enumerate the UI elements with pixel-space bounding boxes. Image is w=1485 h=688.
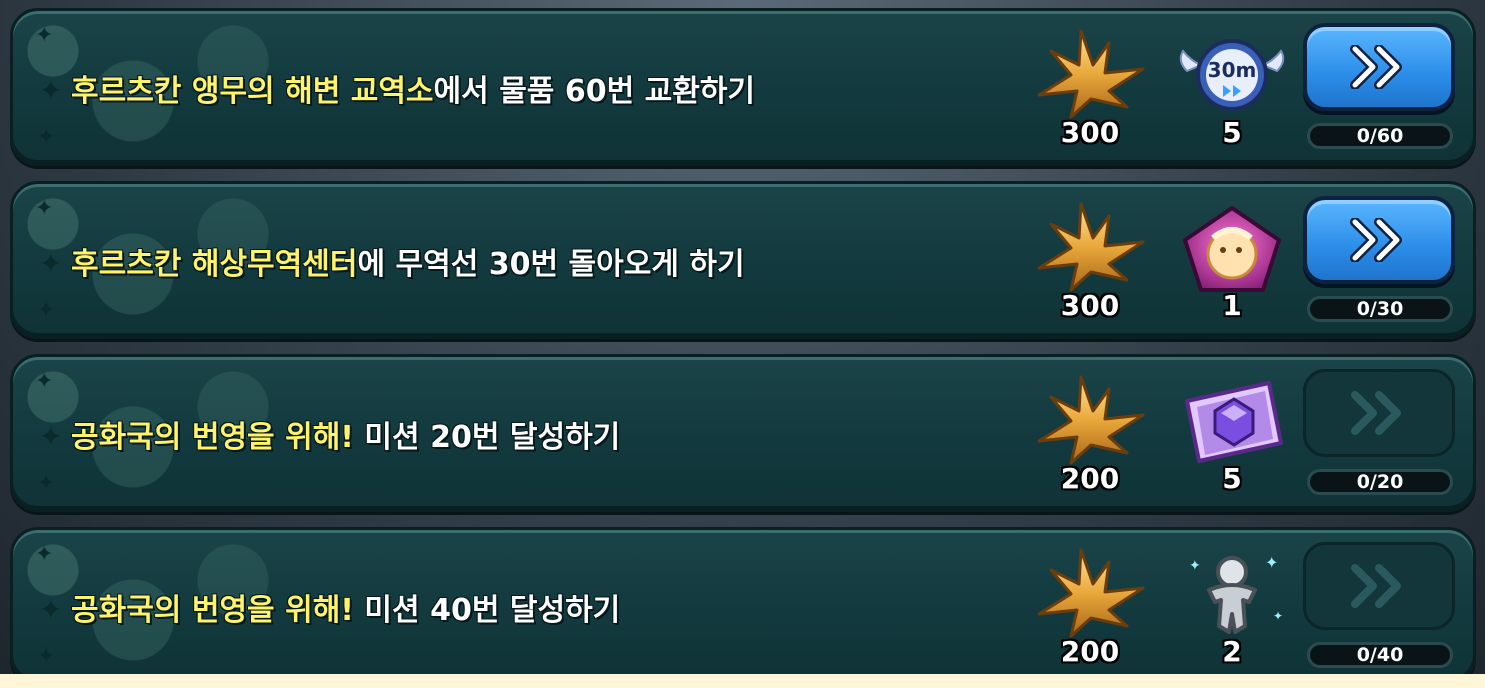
sparkle-icon: ✦ bbox=[39, 593, 63, 626]
sparkle-icon: ✦ bbox=[35, 542, 54, 567]
reward-item: 1 bbox=[1173, 204, 1291, 322]
reward-gold-amount: 300 bbox=[1060, 116, 1120, 149]
double-chevron-right-icon bbox=[1350, 218, 1402, 262]
go-button[interactable] bbox=[1303, 369, 1455, 457]
sparkle-icon: ✦ bbox=[39, 74, 63, 107]
sparkle-icon: ✦ bbox=[39, 247, 63, 280]
reward-gold: 200 bbox=[1031, 371, 1149, 495]
item-badge: 30m bbox=[1208, 58, 1257, 82]
cookie-soulstone-icon bbox=[1183, 206, 1281, 292]
reward-item-amount: 2 bbox=[1222, 635, 1242, 668]
sparkle-icon: ✦ bbox=[37, 471, 56, 496]
mission-title-highlight: 후르츠칸 해상무역센터 bbox=[71, 247, 358, 282]
gold-leaf-icon bbox=[1037, 548, 1145, 638]
mission-card: ✦ ✦ ✦ 후르츠칸 앵무의 해변 교역소에서 물품 60번 교환하기 300 … bbox=[10, 8, 1476, 166]
go-button[interactable] bbox=[1303, 542, 1455, 630]
progress-text: 0/40 bbox=[1356, 644, 1404, 666]
progress-bar: 0/60 bbox=[1307, 123, 1453, 149]
progress-text: 0/30 bbox=[1356, 298, 1404, 320]
sparkle-icon: ✦ bbox=[37, 298, 56, 323]
reward-item-amount: 5 bbox=[1222, 462, 1242, 495]
mission-title-rest: 미션 20번 달성하기 bbox=[353, 420, 621, 455]
mission-title-highlight: 공화국의 번영을 위해! bbox=[71, 593, 354, 628]
mission-title-rest: 에 무역선 30번 돌아오게 하기 bbox=[357, 247, 745, 282]
mission-title-highlight: 공화국의 번영을 위해! bbox=[71, 420, 354, 455]
progress-bar: 0/30 bbox=[1307, 296, 1453, 322]
double-chevron-right-icon bbox=[1351, 391, 1401, 435]
mission-title: 후르츠칸 해상무역센터에 무역선 30번 돌아오게 하기 bbox=[71, 239, 745, 283]
mission-title-rest: 에서 물품 60번 교환하기 bbox=[433, 74, 756, 109]
30m-speedup-clock-icon: 30m bbox=[1179, 39, 1285, 111]
crystal-ticket-icon bbox=[1185, 381, 1283, 463]
sparkle-icon: ✦ bbox=[39, 420, 63, 453]
svg-text:✦: ✦ bbox=[1189, 558, 1201, 574]
sparkle-icon: ✦ bbox=[37, 644, 56, 669]
double-chevron-right-icon bbox=[1350, 45, 1402, 89]
reward-item: 30m 5 bbox=[1173, 31, 1291, 149]
mission-card: ✦ ✦ ✦ 공화국의 번영을 위해! 미션 20번 달성하기 200 5 0/2… bbox=[10, 354, 1476, 512]
sparkle-icon: ✦ bbox=[35, 196, 54, 221]
mission-card: ✦ ✦ ✦ 공화국의 번영을 위해! 미션 40번 달성하기 200 ✦ ✦ ✦… bbox=[10, 527, 1476, 685]
progress-text: 0/60 bbox=[1356, 125, 1404, 147]
reward-gold: 300 bbox=[1031, 25, 1149, 149]
reward-gold-amount: 200 bbox=[1060, 462, 1120, 495]
bottom-bar bbox=[0, 674, 1485, 688]
reward-gold: 300 bbox=[1031, 198, 1149, 322]
sparkle-icon: ✦ bbox=[35, 23, 54, 48]
double-chevron-right-icon bbox=[1351, 564, 1401, 608]
gold-leaf-icon bbox=[1037, 29, 1145, 119]
mission-title: 후르츠칸 앵무의 해변 교역소에서 물품 60번 교환하기 bbox=[71, 66, 755, 110]
mission-list: ✦ ✦ ✦ 후르츠칸 앵무의 해변 교역소에서 물품 60번 교환하기 300 … bbox=[0, 0, 1485, 688]
mission-title: 공화국의 번영을 위해! 미션 20번 달성하기 bbox=[71, 412, 620, 456]
reward-item: ✦ ✦ ✦ 2 bbox=[1173, 550, 1291, 668]
gold-leaf-icon bbox=[1037, 202, 1145, 292]
silver-cookie-cutter-icon: ✦ ✦ ✦ bbox=[1189, 553, 1283, 634]
progress-bar: 0/40 bbox=[1307, 642, 1453, 668]
sparkle-icon: ✦ bbox=[37, 125, 56, 150]
sparkle-icon: ✦ bbox=[35, 369, 54, 394]
mission-card: ✦ ✦ ✦ 후르츠칸 해상무역센터에 무역선 30번 돌아오게 하기 300 1 bbox=[10, 181, 1476, 339]
mission-title-rest: 미션 40번 달성하기 bbox=[353, 593, 621, 628]
reward-gold: 200 bbox=[1031, 544, 1149, 668]
progress-bar: 0/20 bbox=[1307, 469, 1453, 495]
reward-item: 5 bbox=[1173, 377, 1291, 495]
gold-leaf-icon bbox=[1037, 375, 1145, 465]
go-button[interactable] bbox=[1303, 196, 1455, 284]
reward-gold-amount: 200 bbox=[1060, 635, 1120, 668]
svg-text:✦: ✦ bbox=[1265, 553, 1278, 572]
mission-title-highlight: 후르츠칸 앵무의 해변 교역소 bbox=[71, 74, 434, 109]
reward-item-amount: 1 bbox=[1222, 289, 1242, 322]
reward-gold-amount: 300 bbox=[1060, 289, 1120, 322]
svg-text:✦: ✦ bbox=[1273, 609, 1283, 623]
mission-title: 공화국의 번영을 위해! 미션 40번 달성하기 bbox=[71, 585, 620, 629]
progress-text: 0/20 bbox=[1356, 471, 1404, 493]
reward-item-amount: 5 bbox=[1222, 116, 1242, 149]
go-button[interactable] bbox=[1303, 23, 1455, 111]
